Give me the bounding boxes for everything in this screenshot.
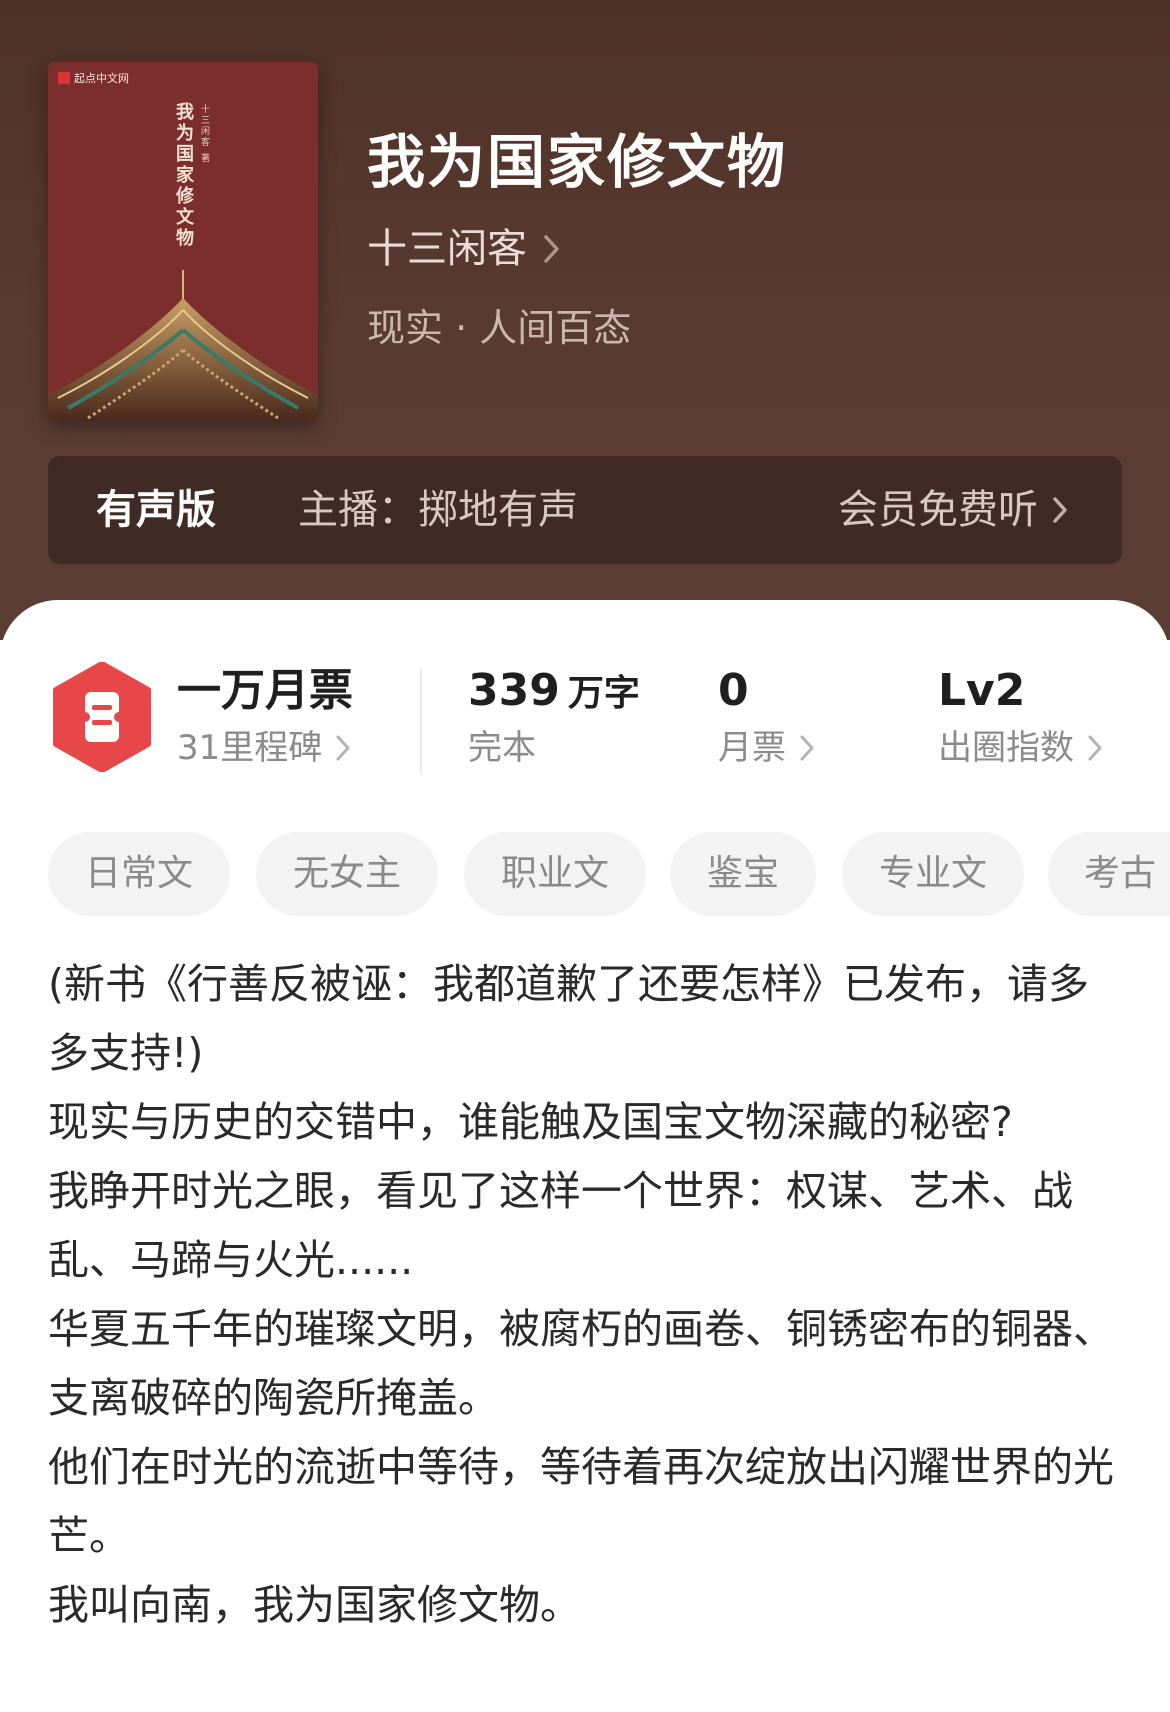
completion-status: 完本 [468,724,536,772]
word-count: 339 万字 [468,662,640,723]
popularity-level: Lv2 [938,665,1026,716]
description-paragraph: 我叫向南，我为国家修文物。 [48,1581,581,1629]
book-genre: 现实 · 人间百态 [367,306,632,350]
popularity-index-label: 出圈指数 [938,728,1074,768]
tag-chip[interactable]: 无女主 [256,832,438,916]
monthly-ticket-link[interactable]: 月票 [718,724,814,772]
author-name: 十三闲客 [367,226,527,272]
description-paragraph: 现实与历史的交错中，谁能触及国宝文物深藏的秘密? [48,1098,1013,1146]
chevron-right-icon [544,235,559,263]
tag-chip[interactable]: 考古 [1048,832,1170,916]
ticket-badge-icon [53,662,151,772]
honor-title: 一万月票 [177,665,353,716]
book-detail-panel: 一万月票 31里程碑 339 万字 完本 0 月票 Lv2 出圈指数 日常文 无… [0,600,1170,1712]
word-count-value: 339 [468,665,560,716]
book-header: 起点中文网 我为国家修文物 十三闲客 著 我为国家修文物 十三闲客 现实 · 人… [0,0,1170,640]
monthly-ticket-count: 0 [718,665,749,716]
listen-label: 会员免费听 [838,487,1038,533]
milestone-link[interactable]: 31里程碑 [177,724,350,772]
chevron-right-icon [1053,497,1067,523]
tag-list: 日常文 无女主 职业文 鉴宝 专业文 考古 [48,832,1170,916]
member-free-listen-button[interactable]: 会员免费听 [838,482,1068,538]
tag-chip[interactable]: 鉴宝 [670,832,816,916]
audio-version-bar[interactable]: 有声版 主播：掷地有声 会员免费听 [48,456,1122,564]
cover-author: 十三闲客 著 [199,104,209,164]
description-paragraph: 我睁开时光之眼，看见了这样一个世界：权谋、艺术、战乱、马蹄与火光...... [48,1167,1073,1284]
publisher-logo: 起点中文网 [58,70,129,86]
popularity-index-link[interactable]: 出圈指数 [938,724,1102,772]
tag-chip[interactable]: 专业文 [842,832,1024,916]
cover-publisher: 起点中文网 [74,72,129,85]
word-count-unit: 万字 [567,673,640,714]
audio-anchor: 主播：掷地有声 [298,487,578,533]
completion-label: 完本 [468,728,536,768]
qidian-logo-icon [58,72,70,84]
monthly-ticket-label: 月票 [718,728,786,768]
book-cover[interactable]: 起点中文网 我为国家修文物 十三闲客 著 [48,62,318,420]
stats-divider [420,668,422,774]
palace-roof-illustration [48,270,318,420]
milestone-label: 31里程碑 [177,728,323,768]
description-paragraph: (新书《行善反被诬：我都道歉了还要怎样》已发布，请多多支持!) [48,960,1089,1077]
book-title: 我为国家修文物 [367,128,788,196]
stats-row: 一万月票 31里程碑 339 万字 完本 0 月票 Lv2 出圈指数 [0,660,1170,780]
book-description[interactable]: (新书《行善反被诬：我都道歉了还要怎样》已发布，请多多支持!) 现实与历史的交错… [48,950,1128,1640]
description-paragraph: 华夏五千年的璀璨文明，被腐朽的画卷、铜锈密布的铜器、支离破碎的陶瓷所掩盖。 [48,1305,1114,1422]
chevron-right-icon [336,735,350,761]
cover-title: 我为国家修文物 [173,102,194,249]
author-link[interactable]: 十三闲客 [367,222,561,276]
chevron-right-icon [800,735,814,761]
audio-label: 有声版 [96,487,216,533]
chevron-right-icon [1088,735,1102,761]
tag-chip[interactable]: 职业文 [464,832,646,916]
description-paragraph: 他们在时光的流逝中等待，等待着再次绽放出闪耀世界的光芒。 [48,1443,1114,1560]
tag-chip[interactable]: 日常文 [48,832,230,916]
